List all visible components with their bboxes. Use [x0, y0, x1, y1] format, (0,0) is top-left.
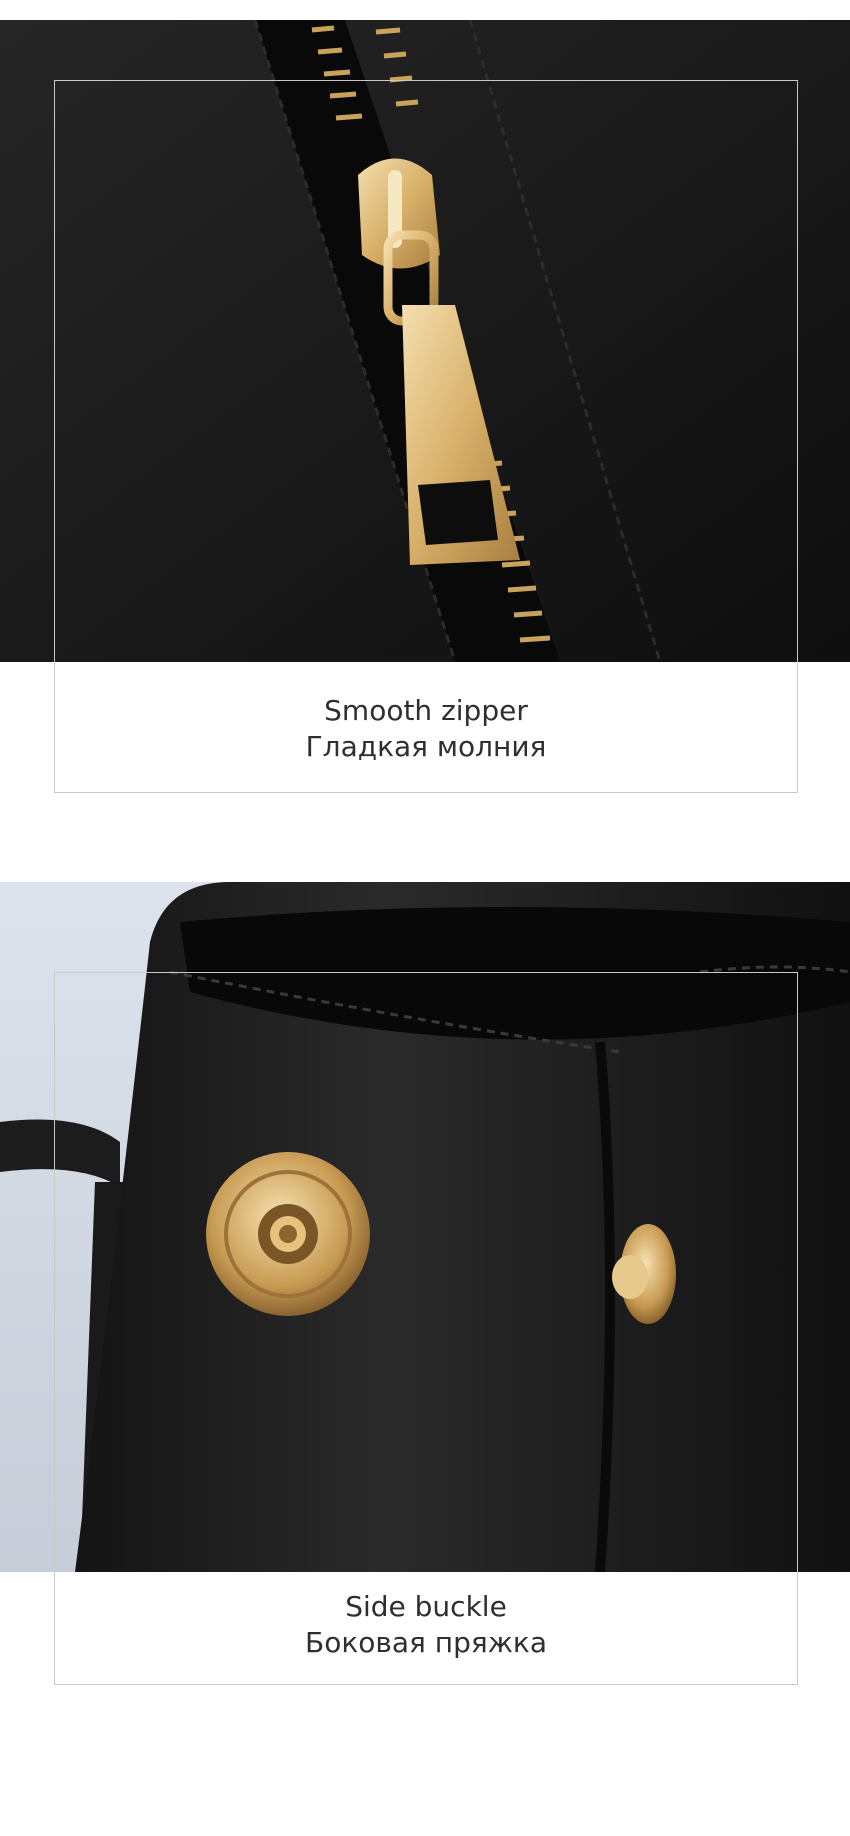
caption-russian: Гладкая молния: [305, 730, 547, 763]
zipper-photo: [0, 20, 850, 662]
caption-english: Smooth zipper: [324, 694, 528, 727]
feature-caption: Side buckle Боковая пряжка: [54, 1589, 798, 1661]
side-buckle-photo: [0, 882, 850, 1572]
caption-russian: Боковая пряжка: [304, 1626, 547, 1659]
caption-english: Side buckle: [345, 1590, 507, 1623]
feature-caption: Smooth zipper Гладкая молния: [54, 693, 798, 765]
